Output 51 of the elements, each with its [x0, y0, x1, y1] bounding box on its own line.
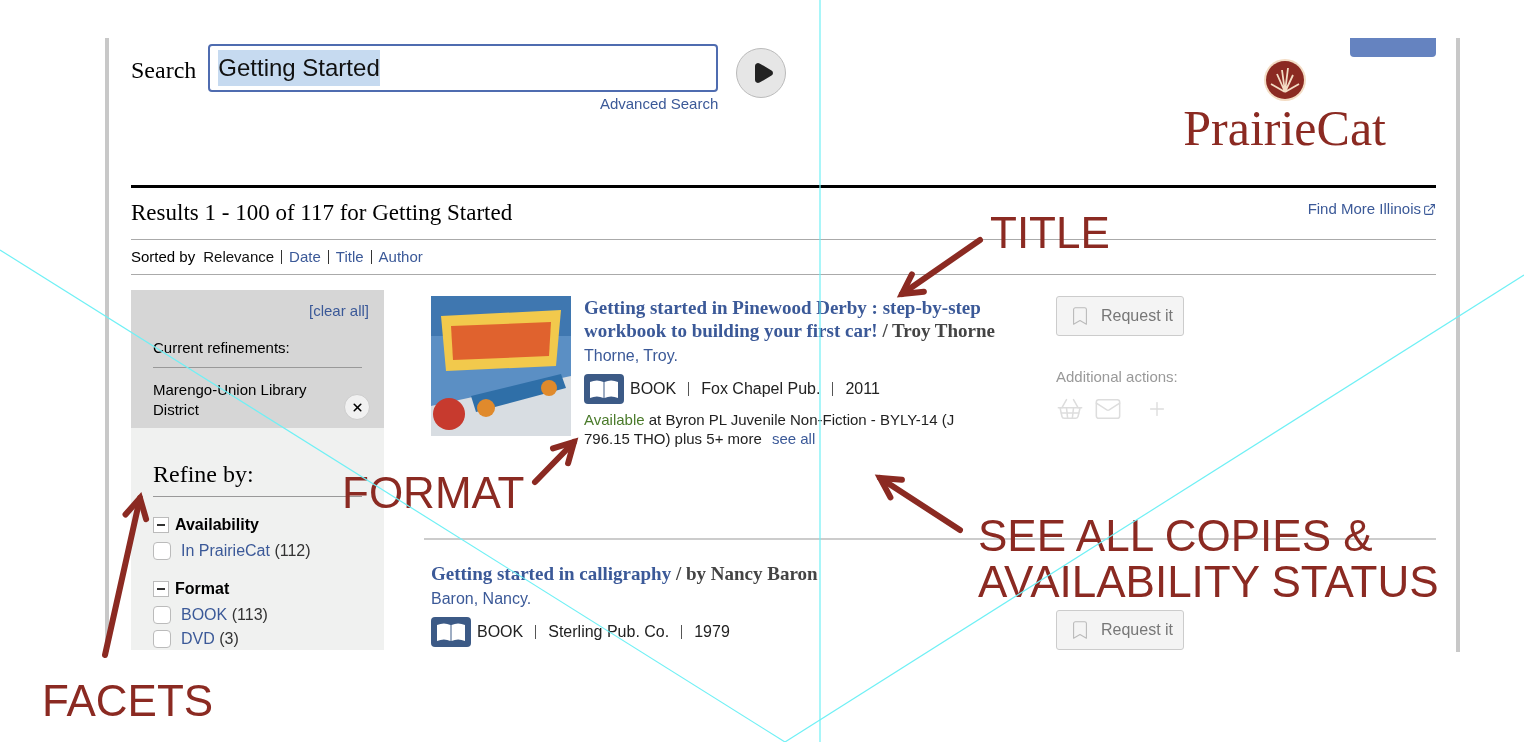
facet-count: (112)	[274, 542, 311, 559]
sort-option[interactable]: Date	[289, 245, 321, 269]
availability-text: Available at Byron PL Juvenile Non-Fiction - BYLY-14 (J 796.15 THO) plus 5+ more see all	[584, 410, 956, 448]
facet-option-link[interactable]: BOOK	[181, 606, 228, 623]
additional-actions-label: Additional actions:	[1056, 367, 1179, 387]
facet-option-link[interactable]: DVD	[181, 630, 215, 647]
collapse-icon[interactable]	[153, 517, 169, 533]
format-label: BOOK	[630, 379, 677, 399]
result-title[interactable]: Getting started in Pinewood Derby : step-by-step workbook to building your first car! / Troy Thorne	[584, 296, 1006, 342]
publisher-label: Fox Chapel Pub.	[701, 379, 821, 399]
annotation-arrow	[532, 437, 579, 485]
checkbox[interactable]	[153, 630, 171, 648]
facet-option-link[interactable]: In PrairieCat	[181, 542, 270, 559]
external-link-icon	[1423, 202, 1436, 216]
sort-label: Sorted by	[131, 246, 196, 267]
see-all-link[interactable]: see all	[771, 430, 816, 447]
sort-option[interactable]: Relevance	[203, 245, 275, 269]
checkbox[interactable]	[153, 542, 171, 560]
collapse-icon[interactable]	[153, 581, 169, 597]
refinements-label: Current refinements:	[153, 336, 362, 368]
publisher-label: Sterling Pub. Co.	[548, 622, 670, 642]
facet-count: (113)	[231, 606, 268, 623]
facet-count: (3)	[219, 630, 239, 647]
sort-option[interactable]: Author	[378, 245, 423, 269]
request-button[interactable]: Request it	[1056, 610, 1184, 650]
search-button[interactable]	[736, 48, 787, 98]
find-more-link[interactable]: Find More Illinois	[1307, 198, 1436, 221]
advanced-search-link[interactable]: Advanced Search	[599, 93, 719, 116]
book-icon	[584, 374, 624, 404]
clear-all-link[interactable]: [clear all]	[308, 300, 369, 323]
year-label: 1979	[694, 622, 730, 642]
facet-group-title: Format	[175, 579, 230, 599]
results-heading: Results 1 - 100 of 117 for Getting Started	[131, 199, 513, 228]
year-label: 2011	[845, 379, 880, 399]
logo-text: PrairieCat	[1183, 102, 1386, 154]
search-label: Search	[131, 56, 197, 85]
format-label: BOOK	[477, 622, 524, 642]
annotation-label: FACETS	[42, 678, 215, 724]
annotation-label: TITLE	[990, 210, 1111, 256]
checkbox[interactable]	[153, 606, 171, 624]
remove-button[interactable]	[344, 394, 370, 420]
facet-group-title: Availability	[175, 515, 259, 535]
sort-option[interactable]: Title	[335, 245, 364, 269]
logo-icon	[1262, 58, 1307, 102]
refinement-item: Marengo-Union Library District	[153, 380, 308, 420]
search-field[interactable]: Getting Started	[208, 44, 719, 92]
author-link[interactable]: Thorne, Troy.	[584, 344, 1006, 368]
header-button[interactable]	[1350, 38, 1436, 57]
close-icon	[350, 400, 364, 414]
book-icon	[431, 617, 471, 647]
request-button[interactable]: Request it	[1056, 296, 1184, 336]
